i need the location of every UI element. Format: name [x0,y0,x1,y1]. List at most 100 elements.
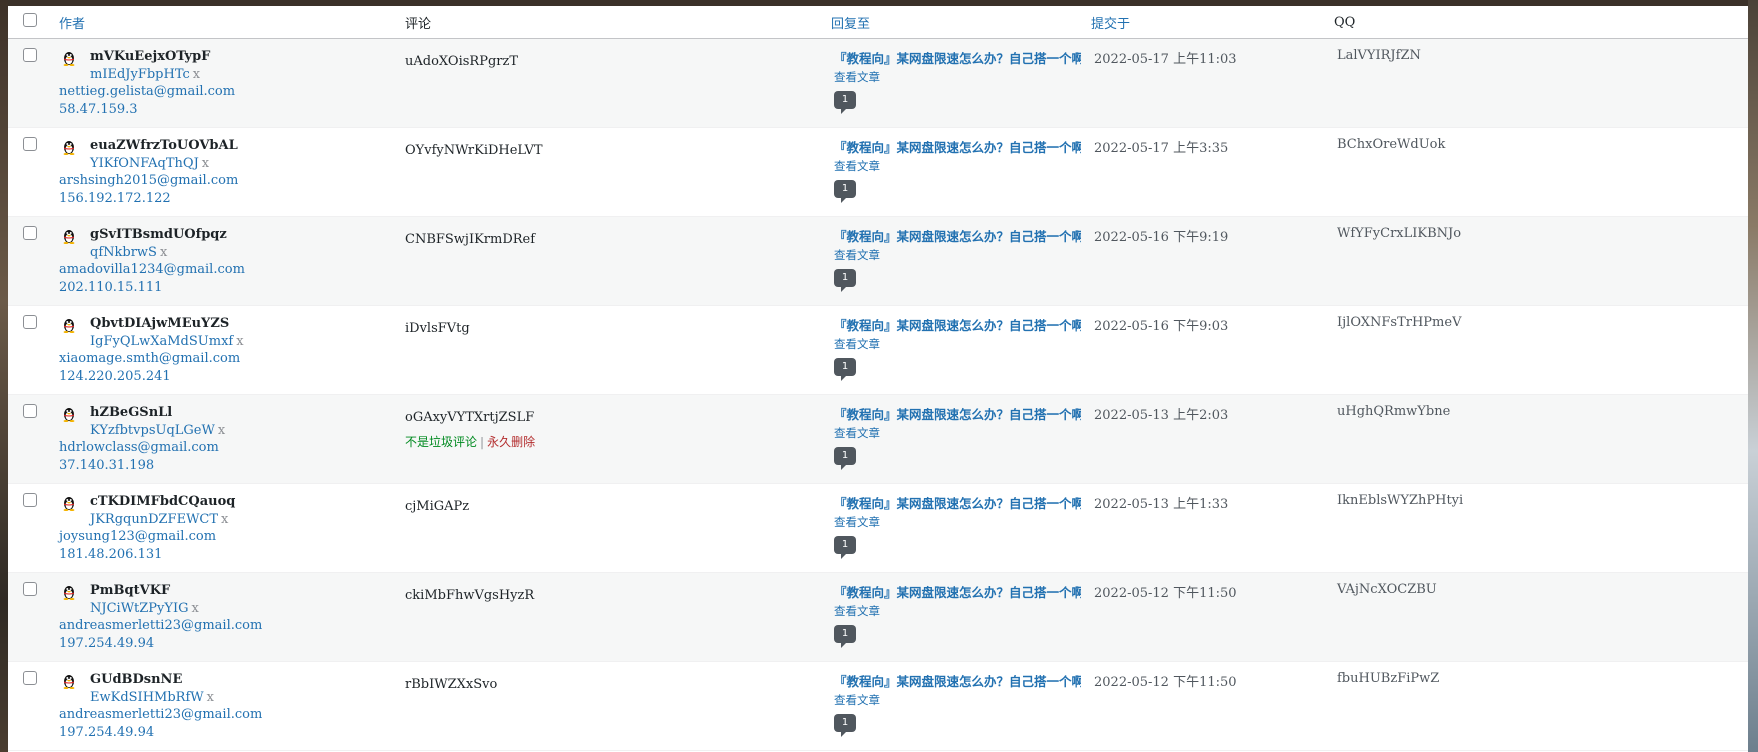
remove-url-icon[interactable]: x [192,601,199,616]
table-row: cTKDIMFbdCQauoq JKRgqunDZFEWCT x joysung1… [8,483,1748,573]
author-url-link[interactable]: EwKdSIHMbRfW [90,690,204,705]
column-date-link[interactable]: 提交于 [1091,17,1130,32]
remove-url-icon[interactable]: x [221,512,228,527]
author-ip-link[interactable]: 37.140.31.198 [59,458,154,473]
author-email-link[interactable]: nettieg.gelista@gmail.com [59,84,235,99]
author-ip-link[interactable]: 124.220.205.241 [59,369,171,384]
qq-penguin-avatar-icon [63,141,75,155]
view-post-link[interactable]: 查看文章 [834,692,1091,708]
qq-value: fbuHUBzFiPwZ [1337,671,1440,686]
row-checkbox[interactable] [23,404,37,418]
row-checkbox[interactable] [23,137,37,151]
remove-url-icon[interactable]: x [202,156,209,171]
row-checkbox[interactable] [23,315,37,329]
date-cell: 2022-05-16 下午9:19 [1091,216,1334,306]
row-checkbox[interactable] [23,582,37,596]
column-response[interactable]: 回复至 [831,6,1091,39]
post-title-link[interactable]: 『教程向』某网盘限速怎么办？自己搭一个啊 [834,582,1081,601]
delete-permanently-link[interactable]: 永久删除 [487,435,535,449]
column-date[interactable]: 提交于 [1091,6,1334,39]
comment-count-bubble-icon[interactable]: 1 [834,625,856,648]
qq-cell: fbuHUBzFiPwZ [1334,661,1748,751]
row-checkbox[interactable] [23,48,37,62]
view-post-link[interactable]: 查看文章 [834,247,1091,263]
author-url-link[interactable]: NJCiWtZPyYIG [90,601,189,616]
comment-text: CNBFSwjIKrmDRef [405,232,536,247]
author-url-link[interactable]: KYzfbtvpsUqLGeW [90,423,215,438]
author-name: GUdBDsnNE [90,672,183,687]
row-select-cell [8,483,59,573]
row-checkbox[interactable] [23,226,37,240]
comment-count-bubble-icon[interactable]: 1 [834,447,856,470]
post-title-link[interactable]: 『教程向』某网盘限速怎么办？自己搭一个啊 [834,226,1081,245]
qq-cell: uHghQRmwYbne [1334,394,1748,484]
post-title-link[interactable]: 『教程向』某网盘限速怎么办？自己搭一个啊 [834,48,1081,67]
author-email-link[interactable]: amadovilla1234@gmail.com [59,262,245,277]
author-url-line: JKRgqunDZFEWCT x [59,511,405,529]
row-checkbox[interactable] [23,671,37,685]
post-title-link[interactable]: 『教程向』某网盘限速怎么办？自己搭一个啊 [834,137,1081,156]
view-post-link[interactable]: 查看文章 [834,158,1091,174]
table-row: gSvITBsmdUOfpqz qfNkbrwS x amadovilla1234… [8,216,1748,306]
view-post-link[interactable]: 查看文章 [834,69,1091,85]
remove-url-icon[interactable]: x [160,245,167,260]
row-select-cell [8,216,59,306]
author-ip-link[interactable]: 197.254.49.94 [59,725,154,740]
comment-count-bubble-icon[interactable]: 1 [834,358,856,381]
comment-count-bubble-icon[interactable]: 1 [834,714,856,737]
view-post-link[interactable]: 查看文章 [834,514,1091,530]
post-title-link[interactable]: 『教程向』某网盘限速怎么办？自己搭一个啊 [834,493,1081,512]
author-cell: hZBeGSnLl KYzfbtvpsUqLGeW x hdrlowclass@g… [59,394,405,484]
author-ip-link[interactable]: 181.48.206.131 [59,547,162,562]
not-spam-link[interactable]: 不是垃圾评论 [405,435,477,449]
author-url-link[interactable]: JKRgqunDZFEWCT [90,512,218,527]
submitted-date: 2022-05-17 上午11:03 [1094,52,1237,67]
author-url-link[interactable]: qfNkbrwS [90,245,157,260]
author-url-link[interactable]: IgFyQLwXaMdSUmxf [90,334,233,349]
comments-panel: 作者 评论 回复至 提交于 QQ mVKuEejxOTypF mIEdJyFbp… [8,6,1748,752]
select-all-checkbox[interactable] [23,13,37,27]
column-response-link[interactable]: 回复至 [831,17,870,32]
remove-url-icon[interactable]: x [207,690,214,705]
view-post-link[interactable]: 查看文章 [834,425,1091,441]
comment-cell: cjMiGAPz | [405,483,831,573]
comment-count-bubble-icon[interactable]: 1 [834,180,856,203]
author-cell: euaZWfrzToUOVbAL YIKfONFAqThQJ x arshsing… [59,127,405,217]
comment-count-bubble-icon[interactable]: 1 [834,536,856,559]
author-email-link[interactable]: andreasmerletti23@gmail.com [59,707,262,722]
comment-count-bubble-icon[interactable]: 1 [834,269,856,292]
row-checkbox[interactable] [23,493,37,507]
author-email-link[interactable]: andreasmerletti23@gmail.com [59,618,262,633]
post-title-link[interactable]: 『教程向』某网盘限速怎么办？自己搭一个啊 [834,315,1081,334]
author-ip-link[interactable]: 156.192.172.122 [59,191,171,206]
view-post-link[interactable]: 查看文章 [834,336,1091,352]
author-email-link[interactable]: hdrlowclass@gmail.com [59,440,219,455]
post-title-link[interactable]: 『教程向』某网盘限速怎么办？自己搭一个啊 [834,671,1081,690]
qq-value: IknEblsWYZhPHtyi [1337,493,1464,508]
author-email-link[interactable]: arshsingh2015@gmail.com [59,173,238,188]
author-url-line: YIKfONFAqThQJ x [59,155,405,173]
column-author[interactable]: 作者 [59,6,405,39]
view-post-link[interactable]: 查看文章 [834,603,1091,619]
comment-cell: OYvfyNWrKiDHeLVT | [405,127,831,217]
comment-count-bubble-icon[interactable]: 1 [834,91,856,114]
remove-url-icon[interactable]: x [218,423,225,438]
column-author-link[interactable]: 作者 [59,17,85,32]
qq-penguin-avatar-icon [63,319,75,333]
author-ip-link[interactable]: 197.254.49.94 [59,636,154,651]
comment-text: OYvfyNWrKiDHeLVT [405,143,543,158]
author-email-link[interactable]: joysung123@gmail.com [59,529,216,544]
post-title-link[interactable]: 『教程向』某网盘限速怎么办？自己搭一个啊 [834,404,1081,423]
author-ip-link[interactable]: 58.47.159.3 [59,102,138,117]
column-comment: 评论 [405,6,831,39]
author-url-line: NJCiWtZPyYIG x [59,600,405,618]
author-email-link[interactable]: xiaomage.smth@gmail.com [59,351,240,366]
author-ip-link[interactable]: 202.110.15.111 [59,280,162,295]
remove-url-icon[interactable]: x [236,334,243,349]
table-row: QbvtDIAjwMEuYZS IgFyQLwXaMdSUmxf x xiaoma… [8,305,1748,395]
remove-url-icon[interactable]: x [193,67,200,82]
author-url-link[interactable]: YIKfONFAqThQJ [90,156,199,171]
response-cell: 『教程向』某网盘限速怎么办？自己搭一个啊 查看文章 1 [831,305,1091,395]
comment-cell: iDvlsFVtg | [405,305,831,395]
author-url-link[interactable]: mIEdJyFbpHTc [90,67,190,82]
